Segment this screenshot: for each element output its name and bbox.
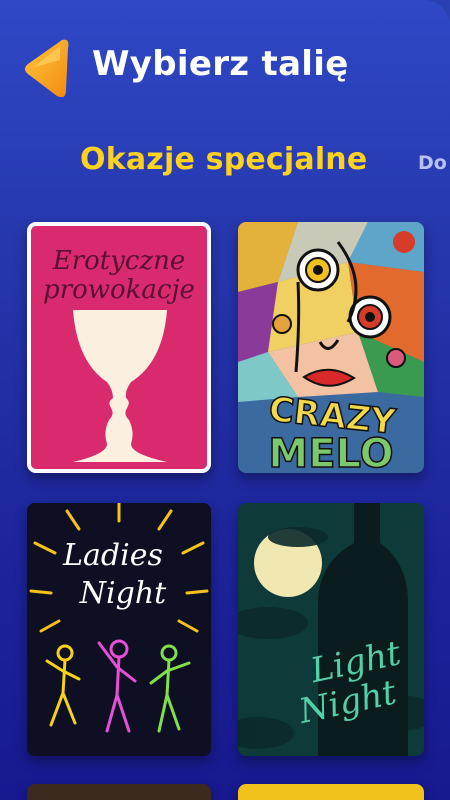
deck-title-line1: Erotyczne <box>52 246 186 276</box>
deck-card-partial-left[interactable] <box>27 784 211 800</box>
deck-card-ladies-night[interactable]: Ladies Night <box>27 503 211 756</box>
tab-okazje-specjalne[interactable]: Okazje specjalne <box>80 142 367 177</box>
page-title: Wybierz talię <box>92 44 349 84</box>
tab-next-category[interactable]: Do <box>418 152 447 174</box>
deck-title-line2: Night <box>79 576 167 611</box>
deck-card-crazy-melo[interactable]: CRAZY MELO <box>238 222 424 473</box>
back-button[interactable] <box>20 36 70 102</box>
chevron-left-icon <box>25 39 69 98</box>
deck-title-line2: prowokacje <box>43 275 195 305</box>
deck-card-light-night[interactable]: Light Night <box>238 503 424 756</box>
crazy-melo-deck-cover: CRAZY MELO <box>238 222 424 473</box>
light-night-deck-cover: Light Night <box>238 503 424 756</box>
deck-selection-screen: Wybierz talię Okazje specjalne Do Erotyc… <box>0 0 450 800</box>
deck-card-partial-right[interactable] <box>238 784 424 800</box>
erotic-deck-cover: Erotyczne prowokacje <box>31 226 207 469</box>
deck-card-erotyczne-prowokacje[interactable]: Erotyczne prowokacje <box>27 222 211 473</box>
deck-title-line1: Ladies <box>62 538 163 573</box>
ladies-night-deck-cover: Ladies Night <box>27 503 211 756</box>
deck-title-line2: MELO <box>268 431 393 473</box>
